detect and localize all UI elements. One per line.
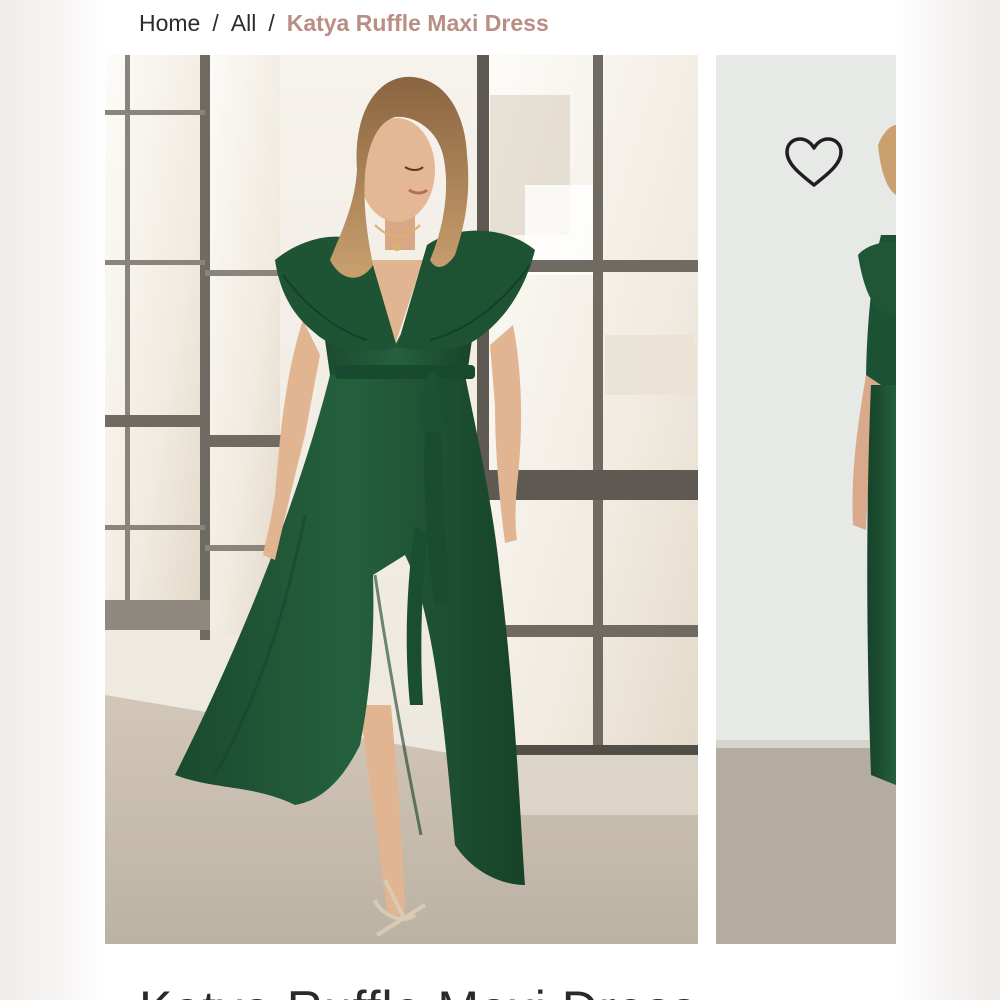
product-page: Home / All / Katya Ruffle Maxi Dress <box>105 0 896 1000</box>
breadcrumb: Home / All / Katya Ruffle Maxi Dress <box>139 6 549 40</box>
breadcrumb-separator: / <box>212 9 219 36</box>
breadcrumb-separator: / <box>268 9 275 36</box>
product-photo <box>105 55 698 944</box>
window-frame-left <box>105 55 285 640</box>
product-image-main[interactable] <box>105 55 698 944</box>
product-image-gallery[interactable] <box>105 55 896 944</box>
heart-icon <box>785 137 843 187</box>
product-title: Katya Ruffle Maxi Dress <box>139 980 697 1000</box>
breadcrumb-all-link[interactable]: All <box>231 10 257 37</box>
breadcrumb-home-link[interactable]: Home <box>139 10 200 37</box>
wishlist-button[interactable] <box>782 133 846 191</box>
breadcrumb-current: Katya Ruffle Maxi Dress <box>286 9 549 36</box>
